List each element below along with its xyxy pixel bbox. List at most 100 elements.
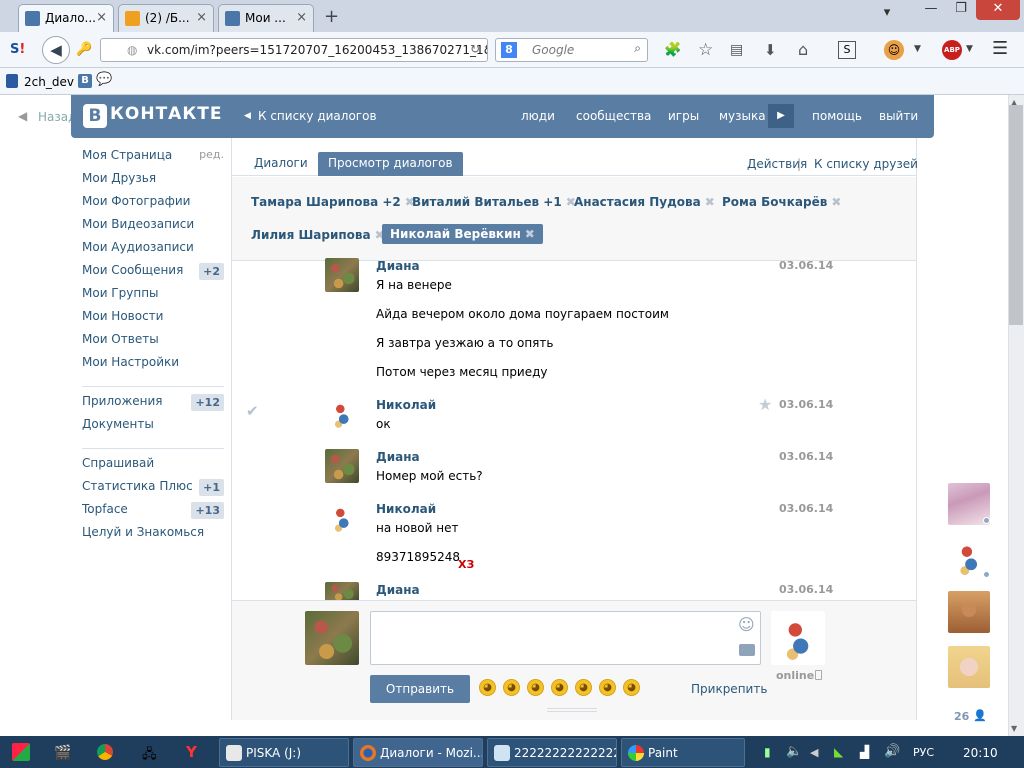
online-count[interactable]: 26 bbox=[954, 710, 969, 723]
menu-item-label[interactable]: Моя Страница bbox=[82, 148, 172, 162]
menu-item-label[interactable]: Мои Фотографии bbox=[82, 194, 190, 208]
peer-avatar[interactable] bbox=[771, 611, 825, 665]
peer-chip[interactable]: Тамара Шарипова +2 ✖ bbox=[251, 195, 415, 209]
back-button[interactable]: ◀ bbox=[42, 36, 70, 64]
yandex-icon[interactable]: Y bbox=[186, 743, 197, 761]
bookmark-2ch-dev[interactable]: 2ch_dev bbox=[24, 75, 74, 89]
menu-item-label[interactable]: Приложения bbox=[82, 394, 163, 408]
volume-icon[interactable]: 🔈 bbox=[786, 744, 802, 759]
chrome-icon[interactable] bbox=[97, 744, 113, 760]
message-author[interactable]: Николай bbox=[376, 502, 436, 516]
emoji-icon[interactable]: ◕ bbox=[575, 679, 592, 696]
message-date[interactable]: 03.06.14 bbox=[779, 502, 833, 515]
emoji-icon[interactable]: ◕ bbox=[623, 679, 640, 696]
taskbar-item-firefox[interactable]: Диалоги - Mozi... bbox=[353, 738, 483, 767]
bookmark-star-icon[interactable]: ☆ bbox=[698, 40, 713, 60]
message-date[interactable]: 03.06.14 bbox=[779, 583, 833, 596]
peer-chip[interactable]: Виталий Витальев +1 ✖ bbox=[412, 195, 576, 209]
close-window-button[interactable]: ✕ bbox=[976, 0, 1020, 20]
send-button[interactable]: Отправить bbox=[370, 675, 470, 703]
monkey-icon[interactable]: ☺ bbox=[884, 40, 904, 60]
maximize-button[interactable]: ❐ bbox=[946, 0, 976, 20]
menu-item[interactable]: Документы bbox=[82, 417, 224, 440]
counter-badge[interactable]: +2 bbox=[199, 263, 224, 280]
menu-item[interactable]: Мои Видеозаписи bbox=[82, 217, 224, 240]
scroll-down-icon[interactable]: ▼ bbox=[1011, 724, 1017, 733]
tab-my[interactable]: Мои ... × bbox=[218, 4, 314, 32]
emoji-icon[interactable]: ◕ bbox=[527, 679, 544, 696]
message-input[interactable] bbox=[370, 611, 761, 665]
menu-item-label[interactable]: Целуй и Знакомься bbox=[82, 525, 204, 539]
check-icon[interactable]: ✔ bbox=[246, 402, 259, 420]
close-tab-icon[interactable]: × bbox=[196, 10, 207, 25]
message-date[interactable]: 03.06.14 bbox=[779, 259, 833, 272]
peer-chip[interactable]: Анастасия Пудова ✖ bbox=[574, 195, 715, 209]
nav-communities[interactable]: сообщества bbox=[576, 109, 651, 123]
back-arrow-icon[interactable]: ◀ bbox=[18, 109, 27, 123]
nav-music[interactable]: музыка bbox=[719, 109, 766, 123]
menu-item[interactable]: Приложения +12 bbox=[82, 394, 224, 417]
emoji-icon[interactable]: ◕ bbox=[503, 679, 520, 696]
downloads-icon[interactable]: ⬇ bbox=[764, 41, 777, 59]
scrollbar-thumb[interactable] bbox=[1009, 105, 1023, 325]
search-input[interactable]: 8 Google ⌕ bbox=[495, 38, 648, 62]
menu-item-label[interactable]: Статистика Плюс bbox=[82, 479, 193, 493]
play-icon[interactable]: ▶ bbox=[768, 104, 794, 128]
sender-avatar[interactable] bbox=[325, 397, 359, 431]
menu-item-label[interactable]: Мои Сообщения bbox=[82, 263, 183, 277]
sender-avatar[interactable] bbox=[325, 501, 359, 535]
counter-badge[interactable]: +12 bbox=[191, 394, 224, 411]
tab-dialogs[interactable]: Диало... × bbox=[18, 4, 114, 32]
home-icon[interactable]: ⌂ bbox=[798, 40, 808, 59]
online-friend-avatar[interactable] bbox=[948, 591, 990, 633]
attach-link[interactable]: Прикрепить bbox=[691, 682, 767, 696]
nav-logout[interactable]: выйти bbox=[879, 109, 918, 123]
taskbar-item-notepad[interactable]: 22222222222222... bbox=[487, 738, 617, 767]
si-addon-icon[interactable]: S! bbox=[10, 42, 25, 57]
nav-help[interactable]: помощь bbox=[812, 109, 862, 123]
nvidia-icon[interactable]: ◣ bbox=[834, 745, 843, 759]
tray-icon[interactable]: ▮ bbox=[764, 745, 771, 759]
bookmarks-menu-icon[interactable]: ▤ bbox=[730, 42, 743, 58]
close-tab-icon[interactable]: × bbox=[296, 10, 307, 25]
addon-icon[interactable]: 🧩 bbox=[664, 42, 681, 58]
menu-item-label[interactable]: Документы bbox=[82, 417, 154, 431]
menu-item-label[interactable]: Мои Аудиозаписи bbox=[82, 240, 194, 254]
menu-item[interactable]: Мои Новости bbox=[82, 309, 224, 332]
tab-view-dialogs[interactable]: Просмотр диалогов bbox=[318, 152, 463, 176]
menu-item[interactable]: Мои Аудиозаписи bbox=[82, 240, 224, 263]
peer-chip[interactable]: Лилия Шарипова ✖ bbox=[251, 228, 385, 242]
tab-dialogs-list[interactable]: Диалоги bbox=[244, 152, 318, 176]
sound-icon[interactable]: 🔊 bbox=[884, 744, 900, 759]
peer-chip-selected[interactable]: Николай Верёвкин ✖ bbox=[382, 224, 543, 244]
my-avatar[interactable] bbox=[305, 611, 359, 665]
vk-logo-icon[interactable]: В bbox=[83, 104, 107, 128]
remove-peer-icon[interactable]: ✖ bbox=[525, 227, 535, 241]
sender-avatar[interactable] bbox=[325, 582, 359, 602]
edit-link[interactable]: ред. bbox=[199, 148, 224, 161]
message-author[interactable]: Диана bbox=[376, 450, 420, 464]
close-tab-icon[interactable]: × bbox=[96, 10, 107, 25]
menu-item[interactable]: Мои Настройки bbox=[82, 355, 224, 378]
nav-games[interactable]: игры bbox=[668, 109, 699, 123]
vk-logo-text[interactable]: КОНТАКТЕ bbox=[110, 104, 222, 124]
to-friends-link[interactable]: К списку друзей bbox=[814, 157, 918, 171]
message-author[interactable]: Николай bbox=[376, 398, 436, 412]
menu-item-label[interactable]: Мои Друзья bbox=[82, 171, 156, 185]
emoji-icon[interactable]: ◕ bbox=[599, 679, 616, 696]
message-author[interactable]: Диана bbox=[376, 583, 420, 597]
emoji-icon[interactable]: ◕ bbox=[551, 679, 568, 696]
reload-icon[interactable]: ↻ bbox=[470, 42, 480, 56]
menu-item[interactable]: Мои Ответы bbox=[82, 332, 224, 355]
adblock-icon[interactable]: ABP bbox=[942, 40, 962, 60]
counter-badge[interactable]: +13 bbox=[191, 502, 224, 519]
menu-item[interactable]: Моя Страница ред. bbox=[82, 148, 224, 171]
peer-chip[interactable]: Рома Бочкарёв ✖ bbox=[722, 195, 841, 209]
menu-item-label[interactable]: Мои Видеозаписи bbox=[82, 217, 194, 231]
s-addon-icon[interactable]: S bbox=[838, 41, 856, 59]
resize-handle[interactable] bbox=[547, 708, 597, 712]
menu-item[interactable]: Мои Фотографии bbox=[82, 194, 224, 217]
minimize-button[interactable]: — bbox=[916, 0, 946, 20]
tab-2ch[interactable]: (2) /Б... × bbox=[118, 4, 214, 32]
menu-item-label[interactable]: Мои Группы bbox=[82, 286, 159, 300]
